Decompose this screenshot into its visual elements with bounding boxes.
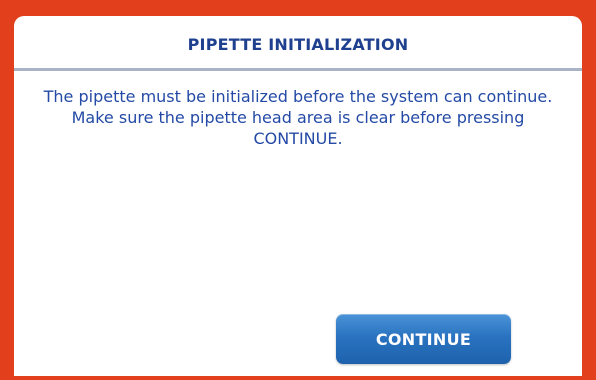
message-line-initialize: The pipette must be initialized before t… — [43, 87, 553, 106]
pipette-initialization-dialog: PIPETTE INITIALIZATION The pipette must … — [14, 16, 582, 376]
message-line-clear-head: Make sure the pipette head area is clear… — [71, 108, 525, 148]
dialog-title: PIPETTE INITIALIZATION — [187, 35, 409, 54]
dialog-message: The pipette must be initialized before t… — [34, 86, 562, 149]
dialog-header: PIPETTE INITIALIZATION — [14, 16, 582, 72]
header-divider — [14, 68, 582, 71]
dialog-frame: PIPETTE INITIALIZATION The pipette must … — [0, 0, 596, 380]
continue-button[interactable]: CONTINUE — [336, 314, 511, 364]
